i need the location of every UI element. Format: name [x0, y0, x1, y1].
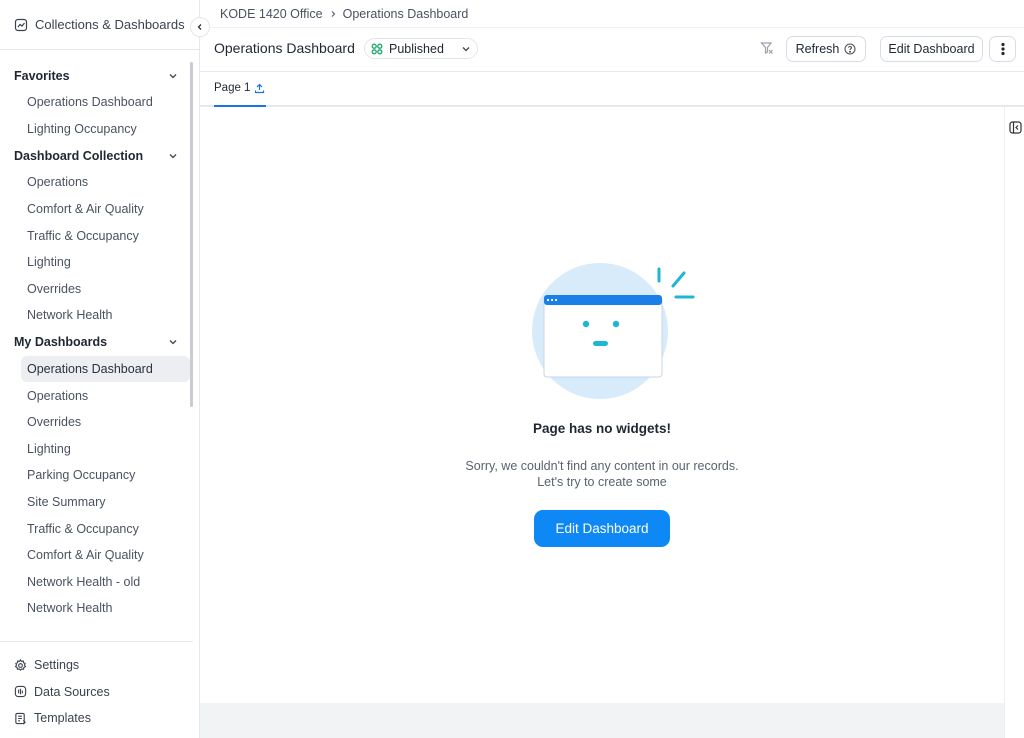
sidebar-item[interactable]: Traffic & Occupancy [21, 222, 190, 249]
section-title: My Dashboards [14, 335, 108, 350]
upload-icon[interactable] [254, 83, 265, 94]
sidebar-item[interactable]: Network Health [21, 595, 190, 622]
chevron-down-icon [169, 340, 177, 345]
sidebar-item[interactable]: Network Health - old [21, 569, 190, 596]
sidebar-item[interactable]: Traffic & Occupancy [21, 515, 190, 542]
sidebar-nav: Favorites Operations Dashboard Lighting … [0, 62, 190, 632]
published-icon [371, 43, 383, 54]
templates-label: Templates [34, 711, 91, 726]
data-sources-label: Data Sources [34, 684, 110, 699]
help-circle-icon [844, 43, 856, 55]
sidebar: Collections & Dashboards Favorites Opera… [0, 0, 200, 738]
sidebar-item[interactable]: Lighting [21, 249, 190, 276]
sidebar-item[interactable]: Overrides [21, 276, 190, 303]
sidebar-item[interactable]: Parking Occupancy [21, 462, 190, 489]
sidebar-header[interactable]: Collections & Dashboards [0, 0, 199, 50]
tab-page-1[interactable]: Page 1 [214, 82, 267, 107]
templates-link[interactable]: Templates [0, 705, 193, 732]
sidebar-footer: Settings Data Sources Templates [0, 641, 193, 732]
section-my-dashboards[interactable]: My Dashboards [0, 329, 190, 356]
collapse-sidebar-button[interactable] [190, 17, 210, 37]
sidebar-item[interactable]: Comfort & Air Quality [21, 542, 190, 569]
status-label: Published [389, 41, 444, 56]
sidebar-item[interactable]: Operations [21, 169, 190, 196]
sidebar-item-active[interactable]: Operations Dashboard [21, 355, 190, 383]
dashboard-header: Operations Dashboard Published Refresh E… [200, 28, 1024, 72]
expand-panel-icon[interactable] [1009, 121, 1022, 134]
sidebar-item[interactable]: Network Health [21, 302, 190, 329]
sidebar-item[interactable]: Lighting [21, 436, 190, 463]
empty-state-message: Sorry, we couldn't find any content in o… [402, 458, 802, 490]
sidebar-item[interactable]: Operations [21, 382, 190, 409]
section-favorites[interactable]: Favorites [0, 62, 190, 89]
gear-icon [14, 658, 27, 671]
status-dropdown[interactable]: Published [364, 38, 478, 59]
chevron-down-icon [462, 47, 470, 52]
breadcrumb-current: Operations Dashboard [342, 7, 469, 21]
settings-label: Settings [34, 658, 80, 673]
chevron-right-icon [331, 11, 336, 17]
data-sources-icon [14, 686, 27, 698]
sidebar-header-label: Collections & Dashboards [35, 17, 185, 32]
empty-state-line-2: Let's try to create some [537, 475, 667, 489]
breadcrumb: KODE 1420 Office Operations Dashboard [220, 6, 468, 22]
sidebar-item[interactable]: Lighting Occupancy [21, 116, 190, 143]
page-title: Operations Dashboard [214, 40, 355, 56]
chevron-down-icon [169, 73, 177, 78]
section-title: Dashboard Collection [14, 148, 144, 163]
empty-state-title: Page has no widgets! [532, 421, 672, 436]
clear-filter-icon[interactable] [760, 41, 774, 55]
more-vertical-icon [1000, 42, 1005, 56]
sidebar-item[interactable]: Operations Dashboard [21, 89, 190, 116]
empty-state-illustration [532, 263, 695, 399]
chevron-left-icon [197, 24, 202, 30]
canvas-footer [200, 703, 1004, 738]
sidebar-item[interactable]: Overrides [21, 409, 190, 436]
app-root: Collections & Dashboards Favorites Opera… [0, 0, 1024, 738]
breadcrumb-parent[interactable]: KODE 1420 Office [220, 7, 323, 21]
page-tabs: Page 1 [200, 72, 1024, 107]
edit-dashboard-button[interactable]: Edit Dashboard [880, 36, 983, 62]
more-options-button[interactable] [989, 36, 1016, 62]
tab-label: Page 1 [214, 82, 251, 94]
right-panel-rail [1004, 107, 1024, 738]
sidebar-item[interactable]: Comfort & Air Quality [21, 196, 190, 223]
chevron-down-icon [169, 153, 177, 159]
section-dashboard-collection[interactable]: Dashboard Collection [0, 142, 190, 169]
dashboard-canvas [200, 107, 1004, 703]
data-sources-link[interactable]: Data Sources [0, 679, 193, 706]
sidebar-scrollbar[interactable] [190, 62, 193, 407]
sidebar-item[interactable]: Site Summary [21, 489, 190, 516]
templates-icon [15, 712, 26, 725]
refresh-label: Refresh [795, 42, 840, 56]
dashboard-collection-icon [14, 18, 28, 31]
section-title: Favorites [14, 68, 70, 83]
refresh-button[interactable]: Refresh [786, 36, 866, 62]
settings-link[interactable]: Settings [0, 652, 193, 679]
empty-state-line-1: Sorry, we couldn't find any content in o… [465, 459, 739, 473]
empty-state-edit-dashboard-button[interactable]: Edit Dashboard [534, 510, 670, 547]
